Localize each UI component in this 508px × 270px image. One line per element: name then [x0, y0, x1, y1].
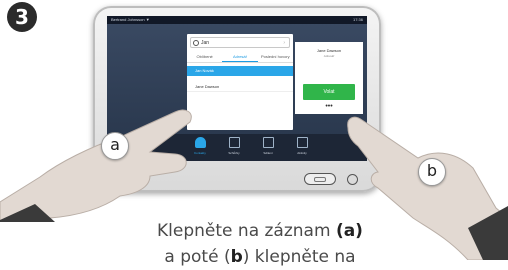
caption-line-2: a poté (b) klepněte na: [100, 244, 420, 270]
label-b-bubble: b: [418, 158, 446, 186]
contacts-tabs: Oblíbené Adresář Poslední hovory: [187, 52, 293, 63]
caption-line-2-text-a: a poté (: [164, 247, 231, 267]
instruction-caption: Klepněte na záznam (a) a poté (b) klepně…: [100, 218, 420, 270]
nav-activities[interactable]: Aktivity: [287, 137, 317, 155]
nav-share[interactable]: Sdílení: [253, 137, 283, 155]
nav-share-label: Sdílení: [263, 151, 273, 155]
status-bar: Bertrand Johnsson ▼ 17:36: [107, 16, 367, 24]
tab-recent[interactable]: Poslední hovory: [258, 52, 293, 62]
tab-directory[interactable]: Adresář: [222, 52, 258, 62]
upload-icon: [296, 137, 308, 148]
status-time: 17:36: [352, 17, 363, 22]
search-value: Jan: [201, 40, 210, 46]
contact-row-selected[interactable]: Jan Novák: [187, 66, 293, 76]
clear-icon[interactable]: ›: [283, 38, 285, 49]
caption-line-1-text: Klepněte na záznam: [157, 221, 336, 241]
caption-line-2-text-b: ) klepněte na: [242, 247, 356, 267]
label-a-bubble: a: [101, 132, 129, 160]
search-input[interactable]: Jan ›: [190, 37, 290, 48]
nav-activities-label: Aktivity: [297, 151, 307, 155]
search-icon: [193, 40, 199, 46]
caption-line-2-bold: b: [230, 247, 243, 267]
status-user[interactable]: Bertrand Johnsson ▼: [111, 16, 150, 24]
contact-name: Jane Dawson: [316, 48, 342, 53]
share-screen-icon: [262, 137, 274, 148]
caption-line-1: Klepněte na záznam (a): [100, 218, 420, 244]
nav-meetings-label: Schůzky: [228, 151, 240, 155]
step-number-badge: 3: [7, 2, 37, 32]
contact-source: Adresář: [323, 54, 335, 58]
caption-line-1-bold: (a): [335, 221, 363, 241]
calendar-icon: [228, 137, 240, 148]
tab-favorites[interactable]: Oblíbené: [187, 52, 222, 62]
contact-row[interactable]: Jane Dawson: [187, 82, 293, 92]
